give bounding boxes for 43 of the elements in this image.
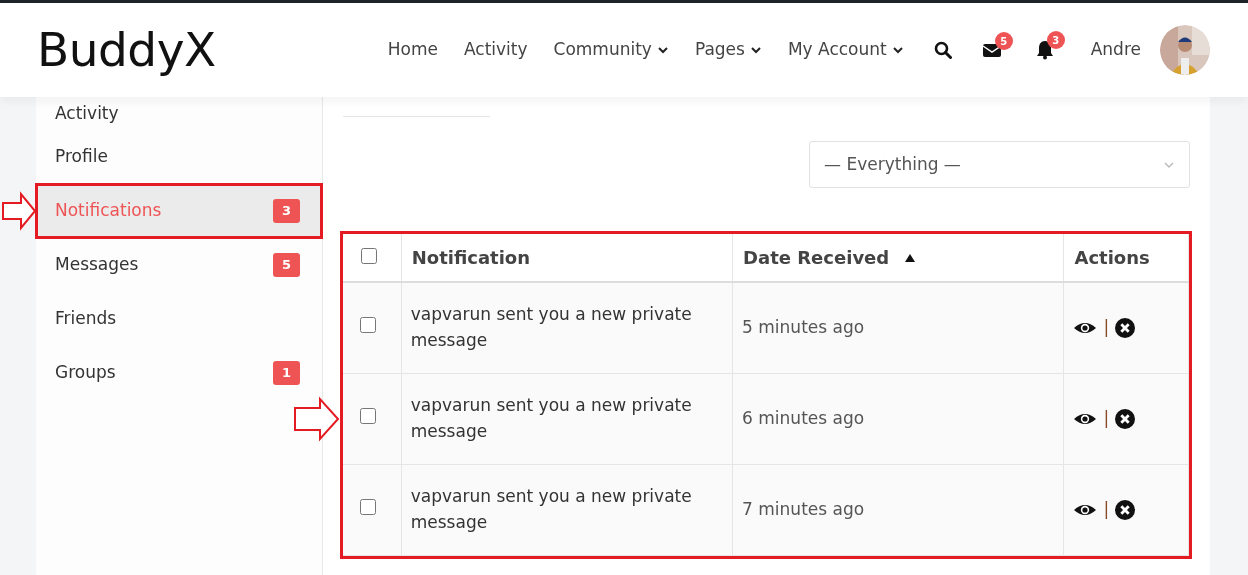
column-header: Actions — [1063, 234, 1189, 282]
count-badge: 3 — [273, 199, 300, 223]
separator: | — [1103, 406, 1110, 430]
table-cell: 5 minutes ago — [732, 282, 1064, 373]
envelope-icon[interactable] — [981, 41, 1002, 59]
table-cell: vapvarun sent you a new private message — [401, 464, 733, 555]
close-icon[interactable] — [1115, 408, 1136, 429]
nav-link[interactable]: Activity — [463, 37, 528, 63]
sidebar-item[interactable]: Groups 1 — [36, 346, 322, 400]
table-cell: 6 minutes ago — [732, 373, 1064, 464]
table-cell: vapvarun sent you a new private message — [401, 282, 733, 373]
nav-link[interactable]: Pages — [694, 37, 762, 63]
close-icon[interactable] — [1115, 317, 1136, 338]
sidebar-item[interactable]: Friends — [36, 292, 322, 346]
search-icon[interactable] — [933, 41, 952, 59]
sidebar-item[interactable]: Activity — [36, 97, 322, 130]
sidebar-item[interactable]: Profile — [36, 130, 322, 184]
count-badge: 5 — [273, 253, 300, 277]
bell-icon[interactable] — [1035, 40, 1054, 60]
count-badge: 5 — [994, 32, 1013, 50]
nav-link[interactable]: Home — [387, 37, 438, 63]
site-logo[interactable]: BuddyX — [37, 14, 216, 86]
separator: | — [1103, 316, 1110, 339]
user-name[interactable]: Andre — [1090, 37, 1141, 63]
sidebar-item[interactable]: Messages 5 — [36, 238, 322, 292]
row-checkbox[interactable] — [360, 407, 376, 424]
select-all-checkbox[interactable] — [361, 248, 377, 264]
column-header: Notification — [401, 234, 733, 282]
nav-link[interactable]: My Account — [787, 37, 904, 63]
nav-link[interactable]: Community — [553, 37, 669, 63]
row-checkbox[interactable] — [360, 498, 376, 515]
row-checkbox[interactable] — [360, 317, 376, 333]
table-cell: 7 minutes ago — [732, 464, 1064, 555]
sort-icon[interactable] — [905, 253, 916, 262]
count-badge: 1 — [273, 361, 300, 385]
count-badge: 3 — [1046, 31, 1065, 49]
chevron-icon[interactable] — [656, 44, 669, 56]
chevron-icon[interactable] — [749, 44, 762, 56]
close-icon[interactable] — [1115, 499, 1136, 520]
filter-dropdown[interactable]: — Everything — — [809, 141, 1190, 188]
chevron-icon[interactable] — [891, 44, 904, 56]
separator: | — [1103, 497, 1110, 521]
table-cell: vapvarun sent you a new private message — [401, 373, 733, 464]
